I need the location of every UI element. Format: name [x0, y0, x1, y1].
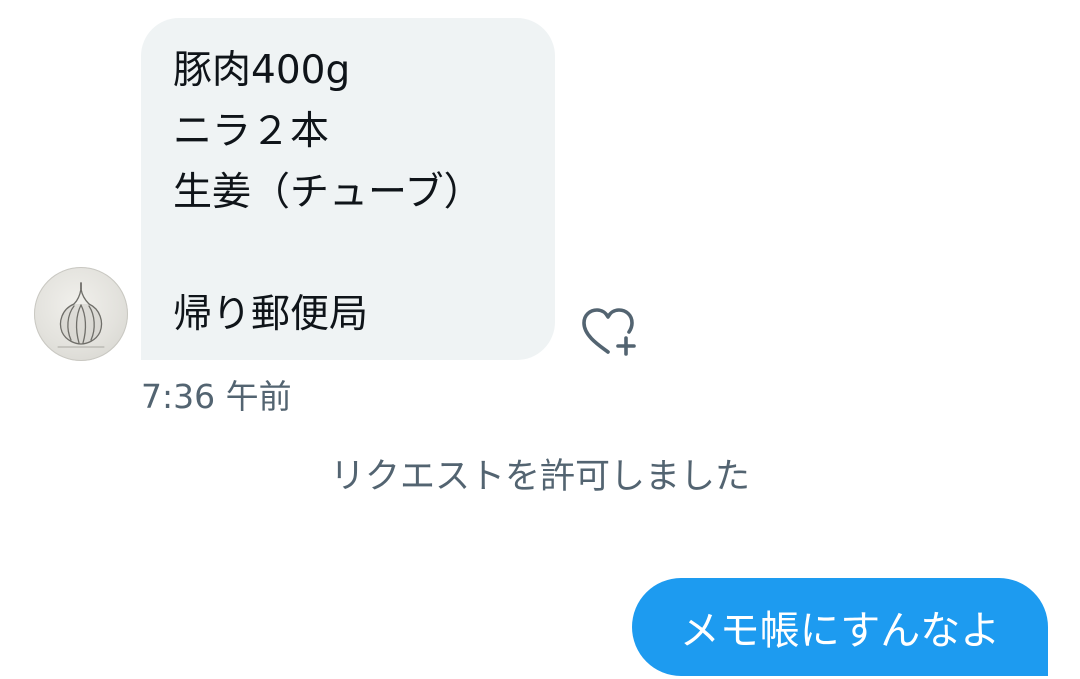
add-reaction-button[interactable]: [578, 302, 644, 362]
heart-plus-icon: [582, 308, 636, 356]
garlic-avatar-icon: [57, 282, 105, 348]
sender-avatar[interactable]: [34, 267, 128, 361]
request-accepted-notice: リクエストを許可しました: [329, 457, 750, 497]
message-timestamp: 7:36 午前: [141, 377, 292, 416]
outgoing-message-bubble[interactable]: メモ帳にすんなよ: [632, 578, 1048, 676]
message-line: 帰り郵便局: [173, 292, 369, 337]
message-line: ニラ２本: [173, 109, 330, 154]
message-line: 豚肉400g: [173, 48, 351, 93]
message-line-blank: [173, 223, 531, 284]
message-line: 生姜（チューブ）: [173, 170, 483, 215]
outgoing-message-text: メモ帳にすんなよ: [679, 608, 1001, 654]
incoming-message-bubble[interactable]: 豚肉400g ニラ２本 生姜（チューブ） 帰り郵便局: [141, 18, 555, 360]
